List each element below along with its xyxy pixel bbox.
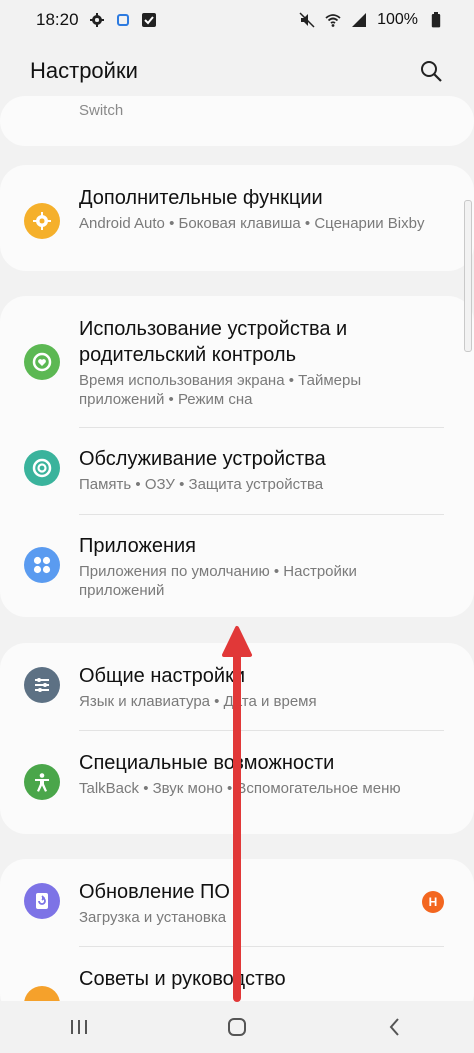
item-title: Советы и руководство xyxy=(79,968,286,990)
divider xyxy=(79,946,444,947)
battery-percent: 100% xyxy=(377,11,418,28)
list-item-accessibility[interactable]: Специальные возможности TalkBack • Звук … xyxy=(0,750,429,800)
settings-card-software: Обновление ПО Загрузка и установка Н Сов… xyxy=(0,859,474,1019)
item-title: Приложения xyxy=(79,535,197,557)
back-icon xyxy=(389,1018,399,1036)
mute-icon xyxy=(299,12,315,28)
item-subtitle: Android Auto • Боковая клавиша • Сценари… xyxy=(79,215,425,232)
item-subtitle: Загрузка и установка xyxy=(79,909,227,926)
search-icon xyxy=(421,61,442,82)
list-item-digital-wellbeing[interactable]: Использование устройства и родительский … xyxy=(0,316,474,409)
signal-icon xyxy=(352,13,367,27)
list-item-apps[interactable]: Приложения Приложения по умолчанию • Нас… xyxy=(0,533,474,600)
puzzle-gear-icon xyxy=(24,203,60,239)
item-title: Дополнительные функции xyxy=(79,187,323,209)
divider xyxy=(79,514,444,515)
home-icon xyxy=(228,1018,246,1036)
software-update-icon xyxy=(24,883,60,919)
wellbeing-icon xyxy=(24,344,60,380)
apps-icon xyxy=(24,547,60,583)
settings-card-device: Использование устройства и родительский … xyxy=(0,296,474,617)
partial-card: Switch xyxy=(0,96,474,146)
sliders-icon xyxy=(24,667,60,703)
device-care-icon xyxy=(24,450,60,486)
partial-item-sub: Switch xyxy=(79,102,124,119)
update-badge: Н xyxy=(422,891,444,913)
page-title: Настройки xyxy=(30,58,138,83)
list-item-software-update[interactable]: Обновление ПО Загрузка и установка Н xyxy=(0,879,474,927)
settings-card-general: Общие настройки Язык и клавиатура • Дата… xyxy=(0,643,474,834)
list-item-general-management[interactable]: Общие настройки Язык и клавиатура • Дата… xyxy=(0,663,345,711)
list-item-device-care[interactable]: Обслуживание устройства Память • ОЗУ • З… xyxy=(0,446,354,494)
scrollbar[interactable] xyxy=(464,200,472,352)
back-button[interactable] xyxy=(365,1007,425,1047)
item-subtitle: Приложения по умолчанию • Настройки прил… xyxy=(79,563,357,599)
recent-apps-button[interactable] xyxy=(49,1007,109,1047)
item-title: Общие настройки xyxy=(79,665,245,687)
status-time: 18:20 xyxy=(36,10,79,29)
navigation-bar xyxy=(0,1001,474,1053)
item-title: Специальные возможности xyxy=(79,752,335,774)
item-subtitle: Язык и клавиатура • Дата и время xyxy=(79,693,317,710)
wifi-icon xyxy=(325,14,341,27)
app-bar: Настройки xyxy=(0,44,474,98)
home-button[interactable] xyxy=(207,1007,267,1047)
item-subtitle: Время использования экрана • Таймеры при… xyxy=(79,372,362,408)
item-subtitle: TalkBack • Звук моно • Вспомогательное м… xyxy=(79,780,401,797)
item-title: Обновление ПО xyxy=(79,881,230,903)
item-title: Обслуживание устройства xyxy=(79,448,326,470)
status-bar: 18:20 100% xyxy=(0,0,474,40)
accessibility-icon xyxy=(24,764,60,800)
item-subtitle: Память • ОЗУ • Защита устройства xyxy=(79,476,324,493)
recent-apps-icon xyxy=(71,1020,87,1034)
settings-gear-icon xyxy=(89,13,104,27)
notification-app-icon xyxy=(116,14,129,26)
checkbox-notification-icon xyxy=(141,13,156,27)
settings-card-advanced: Дополнительные функции Android Auto • Бо… xyxy=(0,165,474,271)
divider xyxy=(79,730,444,731)
search-button[interactable] xyxy=(416,56,446,86)
item-title: Использование устройства и родительский … xyxy=(79,318,348,366)
list-item-advanced-features[interactable]: Дополнительные функции Android Auto • Бо… xyxy=(0,185,474,239)
divider xyxy=(79,427,444,428)
battery-icon xyxy=(431,12,441,28)
list-item-tips[interactable]: Советы и руководство xyxy=(0,966,314,1019)
